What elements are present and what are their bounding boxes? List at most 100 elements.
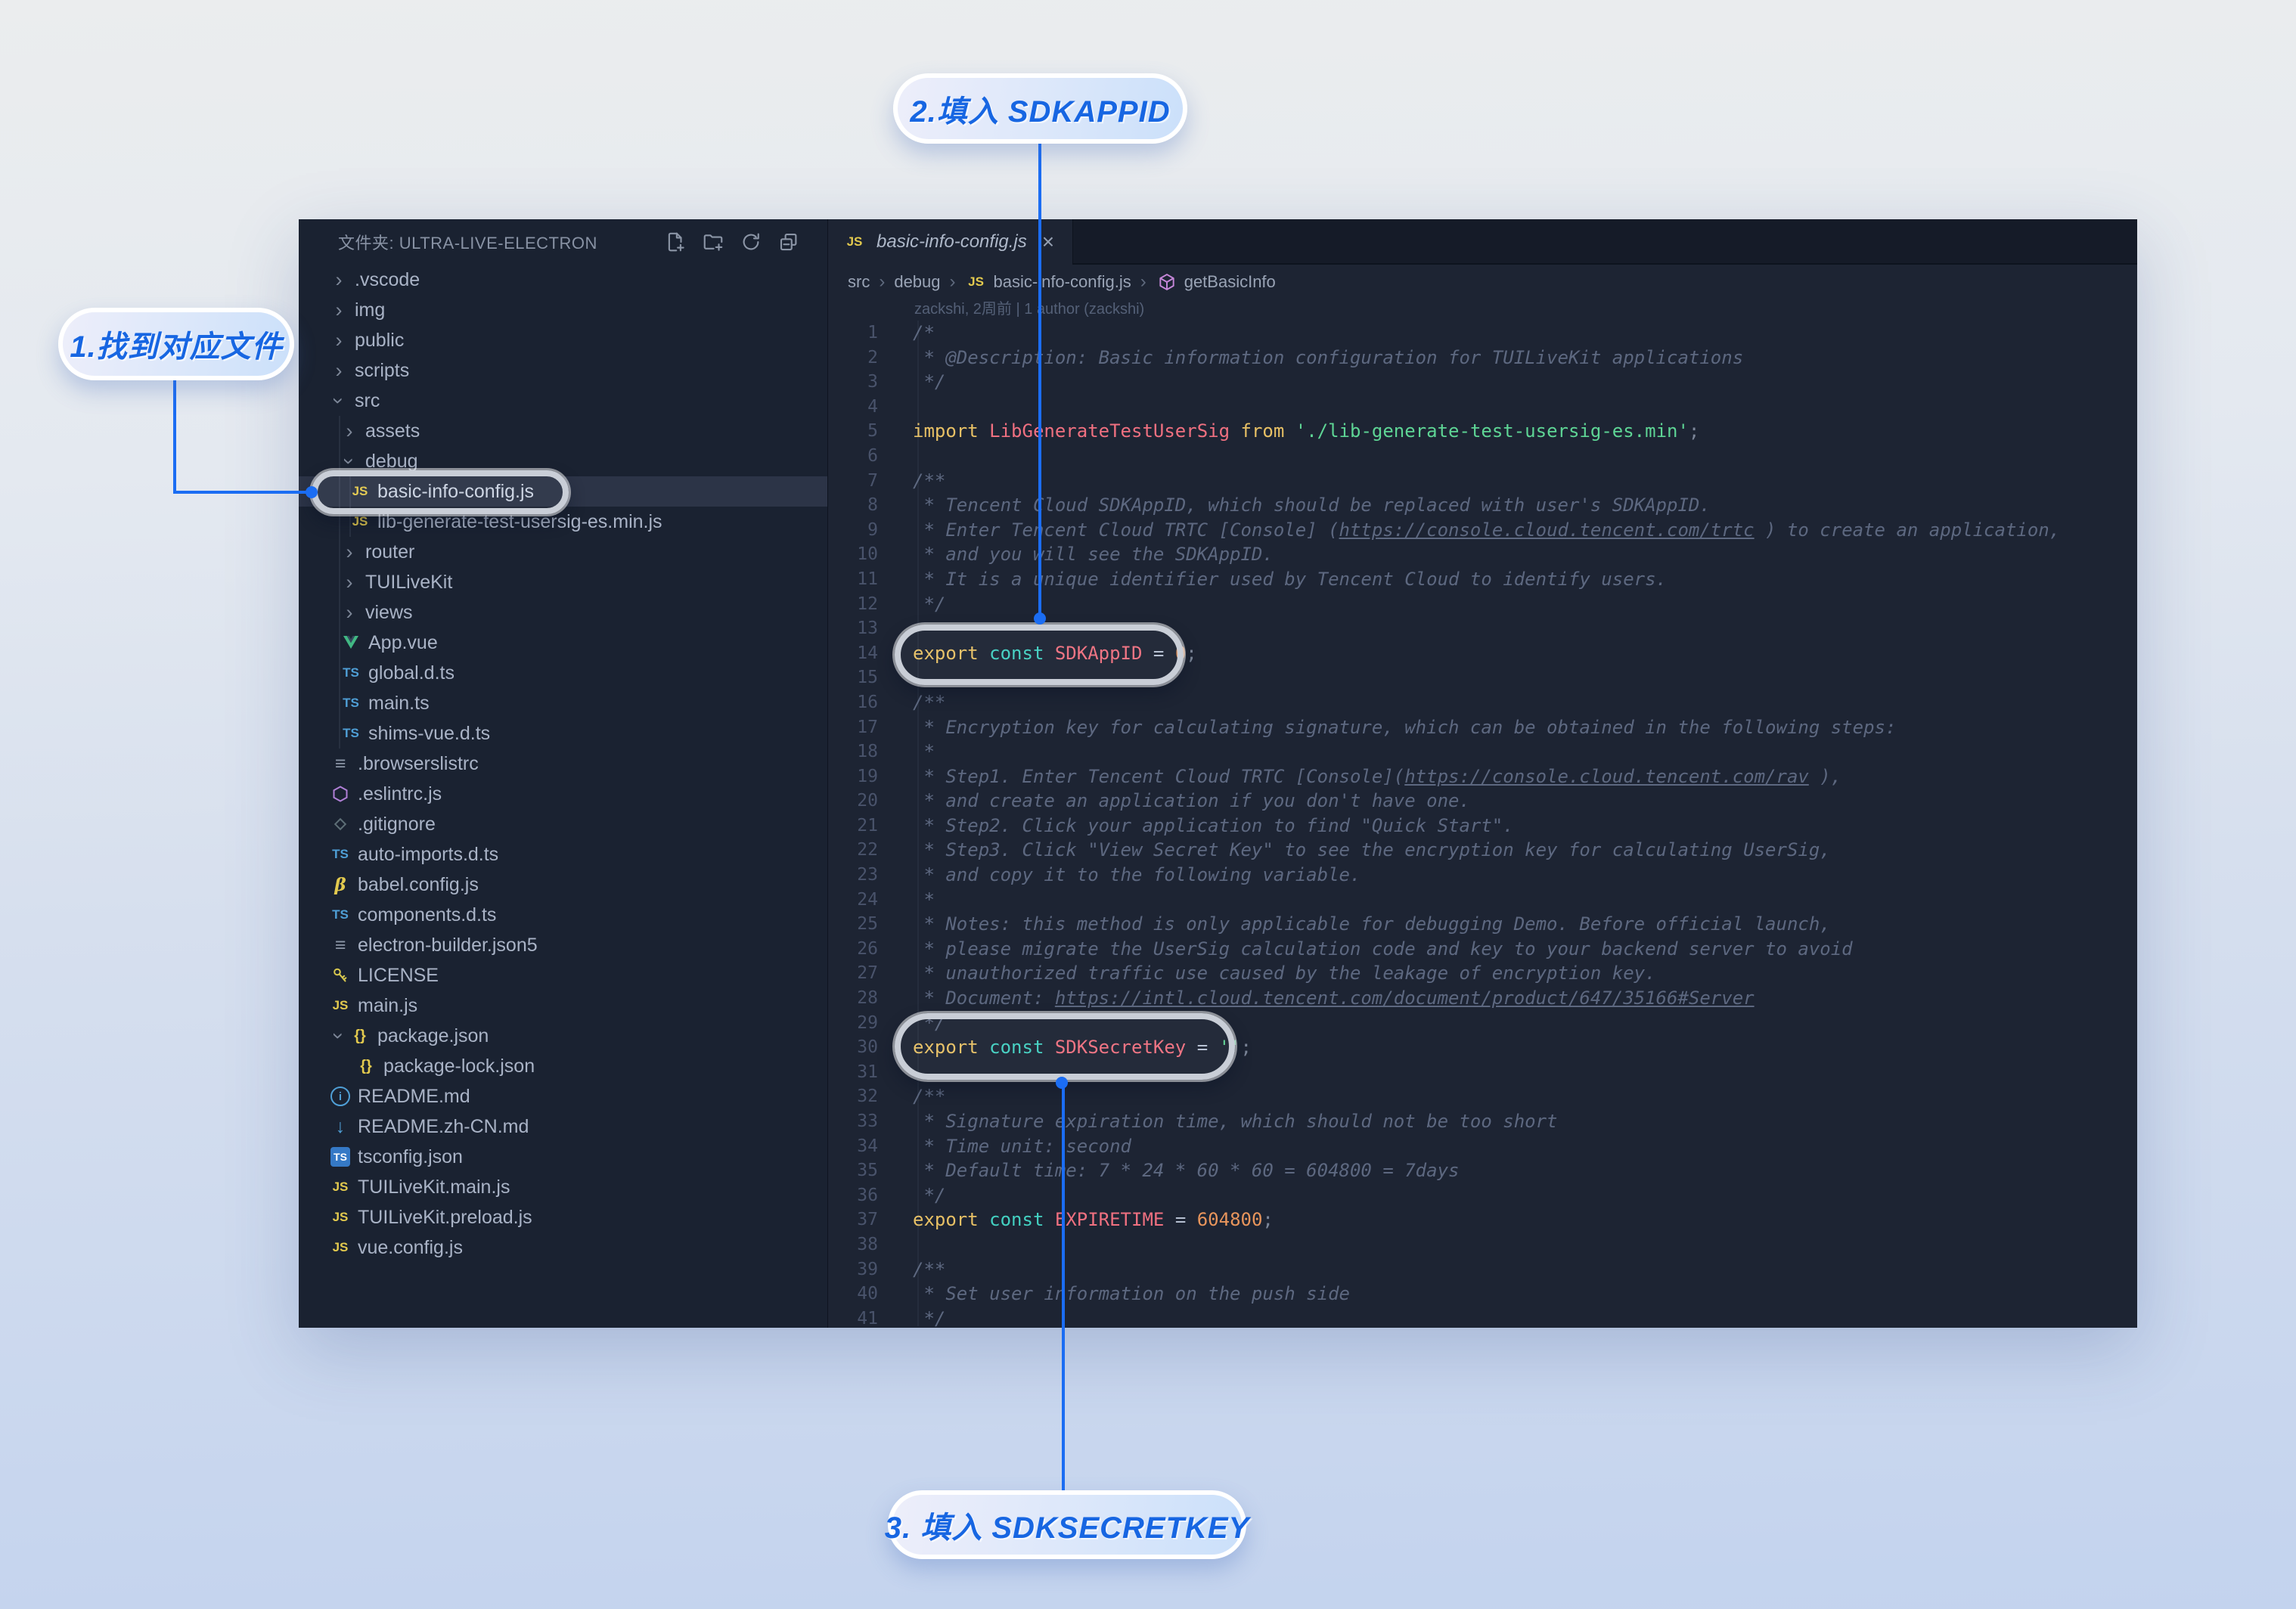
tree-item-main.ts[interactable]: TSmain.ts xyxy=(299,688,827,718)
tab-bar: JS basic-info-config.js × xyxy=(828,219,2137,265)
breadcrumb-item-getbasicinfo[interactable]: getBasicInfo xyxy=(1156,272,1276,292)
code-line-text: export const EXPIRETIME = 604800; xyxy=(878,1208,1274,1232)
code-line-text: */ xyxy=(878,592,945,617)
tree-item-vue.config.js[interactable]: JSvue.config.js xyxy=(299,1232,827,1263)
tree-item-router[interactable]: ›router xyxy=(299,537,827,567)
code-line-4: 4 xyxy=(828,395,2137,420)
tree-item-label: vue.config.js xyxy=(358,1237,463,1259)
code-line-text xyxy=(878,395,913,420)
line-number: 4 xyxy=(828,395,878,420)
code-line-6: 6 xyxy=(828,444,2137,469)
tsconfig-icon: TS xyxy=(329,1147,352,1167)
tree-item-.browserslistrc[interactable]: ≡.browserslistrc xyxy=(299,749,827,779)
code-area[interactable]: 1/*2 * @Description: Basic information c… xyxy=(828,321,2137,1328)
code-line-23: 23 * and copy it to the following variab… xyxy=(828,863,2137,888)
tab-bar-empty xyxy=(1073,219,2137,265)
code-line-text: * Step2. Click your application to find … xyxy=(878,814,1514,839)
highlight-ring-sdksecretkey xyxy=(895,1013,1235,1080)
tree-item-babel.config.js[interactable]: βbabel.config.js xyxy=(299,870,827,900)
tab-basic-info-config[interactable]: JS basic-info-config.js × xyxy=(828,219,1073,265)
git-icon xyxy=(329,815,352,833)
tree-item-readme.md[interactable]: iREADME.md xyxy=(299,1081,827,1111)
code-line-text: * and copy it to the following variable. xyxy=(878,863,1361,888)
breadcrumb-item-debug[interactable]: debug xyxy=(894,272,940,292)
line-number: 19 xyxy=(828,764,878,789)
page-background: 文件夹: ULTRA-LIVE-ELECTRON ›.vs xyxy=(0,0,2296,1609)
tree-item-tuilivekit[interactable]: ›TUILiveKit xyxy=(299,567,827,597)
tree-item-label: auto-imports.d.ts xyxy=(358,844,498,866)
chevron-right-icon: › xyxy=(340,542,359,562)
tree-item-label: assets xyxy=(365,420,420,442)
code-line-18: 18 * xyxy=(828,739,2137,764)
tree-item-scripts[interactable]: ›scripts xyxy=(299,355,827,386)
tree-item-.gitignore[interactable]: .gitignore xyxy=(299,809,827,839)
tree-item-license[interactable]: LICENSE xyxy=(299,960,827,991)
chevron-right-icon: › xyxy=(329,270,349,290)
explorer-actions xyxy=(662,229,802,255)
connector-line-step1-horizontal xyxy=(173,491,309,494)
tree-item-label: App.vue xyxy=(368,632,438,654)
code-line-text: * Document: https://intl.cloud.tencent.c… xyxy=(878,986,1755,1011)
tree-item-tsconfig.json[interactable]: TStsconfig.json xyxy=(299,1142,827,1172)
tree-item-package-lock.json[interactable]: {}package-lock.json xyxy=(299,1051,827,1081)
tree-item-auto-imports.d.ts[interactable]: TSauto-imports.d.ts xyxy=(299,839,827,870)
refresh-icon[interactable] xyxy=(738,229,764,255)
line-number: 18 xyxy=(828,739,878,764)
tree-item-tuilivekit.main.js[interactable]: JSTUILiveKit.main.js xyxy=(299,1172,827,1202)
code-line-text: * Notes: this method is only applicable … xyxy=(878,912,1831,937)
tree-item-package.json[interactable]: ›{}package.json xyxy=(299,1021,827,1051)
line-number: 38 xyxy=(828,1232,878,1257)
code-line-37: 37export const EXPIRETIME = 604800; xyxy=(828,1208,2137,1232)
tree-item-label: electron-builder.json5 xyxy=(358,935,538,956)
tree-item-label: package-lock.json xyxy=(383,1056,535,1077)
line-number: 32 xyxy=(828,1084,878,1109)
tree-item-electron-builder.json5[interactable]: ≡electron-builder.json5 xyxy=(299,930,827,960)
tree-item-src[interactable]: ›src xyxy=(299,386,827,416)
ts-icon: TS xyxy=(340,665,362,680)
code-line-32: 32/** xyxy=(828,1084,2137,1109)
tree-item-global.d.ts[interactable]: TSglobal.d.ts xyxy=(299,658,827,688)
code-line-text: * please migrate the UserSig calculation… xyxy=(878,937,1853,962)
tree-item-img[interactable]: ›img xyxy=(299,295,827,325)
tree-item-app.vue[interactable]: App.vue xyxy=(299,628,827,658)
close-icon[interactable]: × xyxy=(1042,230,1054,254)
code-line-16: 16/** xyxy=(828,690,2137,715)
breadcrumb-item-src[interactable]: src xyxy=(848,272,870,292)
code-line-17: 17 * Encryption key for calculating sign… xyxy=(828,715,2137,740)
chevron-right-icon: › xyxy=(340,421,359,441)
tree-item-.vscode[interactable]: ›.vscode xyxy=(299,265,827,295)
line-number: 5 xyxy=(828,419,878,444)
line-number: 1 xyxy=(828,321,878,346)
line-number: 41 xyxy=(828,1307,878,1328)
tree-item-main.js[interactable]: JSmain.js xyxy=(299,991,827,1021)
new-file-icon[interactable] xyxy=(662,229,688,255)
new-folder-icon[interactable] xyxy=(700,229,726,255)
code-line-text: /** xyxy=(878,1084,945,1109)
line-number: 28 xyxy=(828,986,878,1011)
line-number: 8 xyxy=(828,493,878,518)
tree-item-label: scripts xyxy=(355,360,409,382)
code-line-text: * Signature expiration time, which shoul… xyxy=(878,1109,1558,1134)
line-number: 9 xyxy=(828,518,878,543)
code-line-11: 11 * It is a unique identifier used by T… xyxy=(828,567,2137,592)
collapse-all-icon[interactable] xyxy=(776,229,802,255)
breadcrumb-item-basic-info-config.js[interactable]: JSbasic-info-config.js xyxy=(965,272,1131,292)
line-number: 12 xyxy=(828,592,878,617)
tree-item-tuilivekit.preload.js[interactable]: JSTUILiveKit.preload.js xyxy=(299,1202,827,1232)
code-line-text: /** xyxy=(878,469,945,494)
line-number: 25 xyxy=(828,912,878,937)
tree-item-shims-vue.d.ts[interactable]: TSshims-vue.d.ts xyxy=(299,718,827,749)
tree-item-assets[interactable]: › assets xyxy=(299,416,827,446)
chevron-right-icon: › xyxy=(329,330,349,350)
tree-item-components.d.ts[interactable]: TScomponents.d.ts xyxy=(299,900,827,930)
tree-item-readme.zh-cn.md[interactable]: ↓README.zh-CN.md xyxy=(299,1111,827,1142)
tree-item-label: debug xyxy=(365,451,418,473)
tree-item-.eslintrc.js[interactable]: .eslintrc.js xyxy=(299,779,827,809)
tree-item-public[interactable]: ›public xyxy=(299,325,827,355)
js-icon: JS xyxy=(329,998,352,1013)
code-line-3: 3 */ xyxy=(828,370,2137,395)
code-line-text xyxy=(878,444,913,469)
line-number: 7 xyxy=(828,469,878,494)
tree-item-views[interactable]: ›views xyxy=(299,597,827,628)
code-line-36: 36 */ xyxy=(828,1183,2137,1208)
